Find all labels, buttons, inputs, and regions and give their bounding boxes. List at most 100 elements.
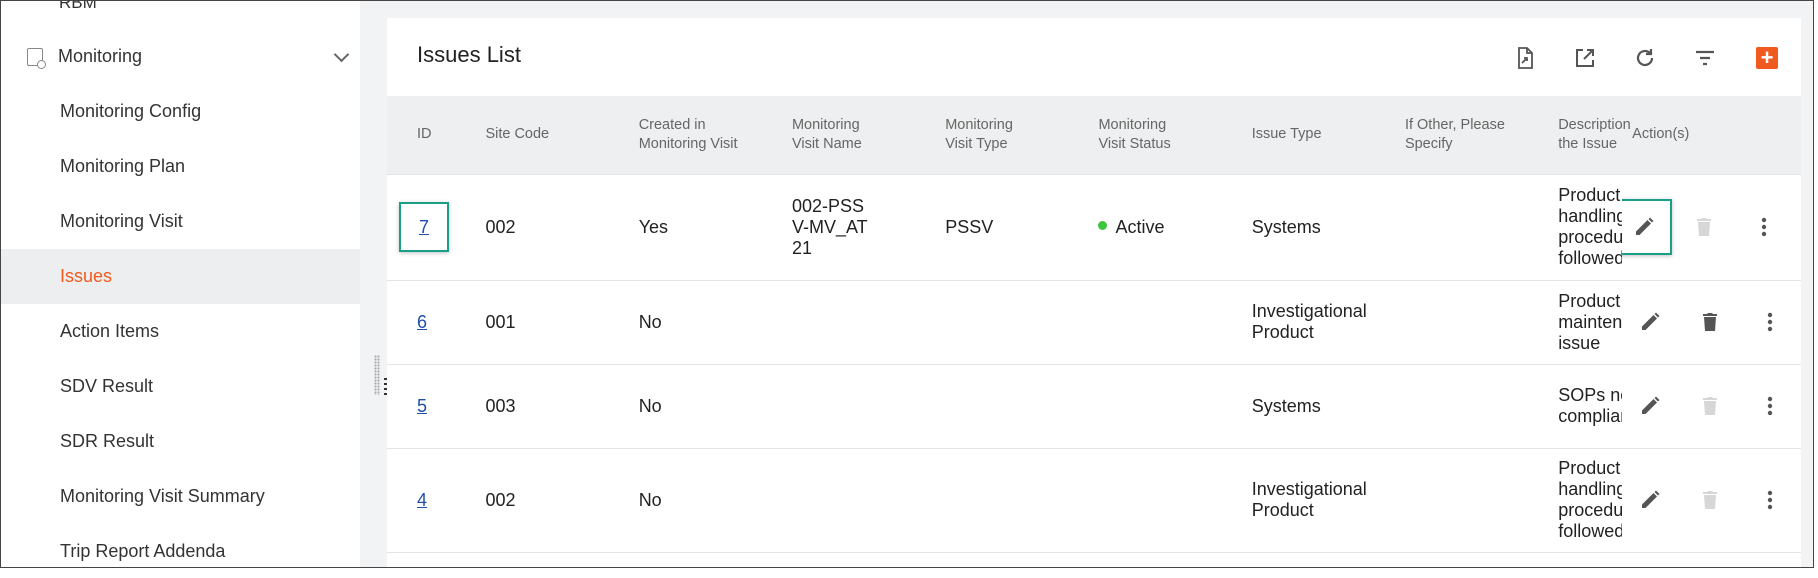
sidebar-item-monitoring-config[interactable]: Monitoring Config xyxy=(1,84,360,139)
sidebar-item-monitoring-visit-summary[interactable]: Monitoring Visit Summary xyxy=(1,469,360,524)
table-row: 6 001 No Investigational Product Product… xyxy=(387,280,1801,365)
issue-id-link[interactable]: 4 xyxy=(417,490,427,510)
sidebar-resize-handle[interactable] xyxy=(374,355,380,395)
visit-type-cell xyxy=(915,364,1069,449)
site-code-cell: 002 xyxy=(455,174,609,281)
more-options-icon[interactable] xyxy=(1742,381,1798,431)
add-icon[interactable]: + xyxy=(1756,47,1778,69)
chevron-down-icon[interactable] xyxy=(333,46,350,63)
status-text: Active xyxy=(1115,216,1165,237)
issue-type-text: Investigational Product xyxy=(1251,479,1367,520)
visit-name-cell xyxy=(761,448,916,553)
export-document-icon[interactable] xyxy=(1509,42,1541,74)
column-header-label: Monitoring Visit Status xyxy=(1098,116,1171,152)
sidebar-item-sdv-result[interactable]: SDV Result xyxy=(1,359,360,414)
issue-type-cell: Systems xyxy=(1221,174,1375,281)
sidebar-item-label: Monitoring Visit xyxy=(60,211,183,231)
edit-icon[interactable] xyxy=(1622,199,1673,255)
filter-icon[interactable] xyxy=(1689,42,1721,74)
column-header[interactable]: Monitoring Visit Type xyxy=(915,96,1069,175)
delete-icon xyxy=(1676,202,1732,252)
sidebar-group-label: Monitoring xyxy=(58,46,143,66)
app-frame: RBM Monitoring Monitoring Config Monitor… xyxy=(0,0,1814,568)
description-line: maintenar xyxy=(1558,311,1623,332)
sidebar-group-rbm[interactable]: RBM xyxy=(27,1,97,13)
sidebar-group-monitoring[interactable]: Monitoring xyxy=(1,29,360,84)
description-line: handling xyxy=(1558,206,1623,226)
visit-type-cell xyxy=(915,280,1069,365)
edit-icon[interactable] xyxy=(1622,381,1678,431)
sidebar-item-sdr-result[interactable]: SDR Result xyxy=(1,414,360,469)
visit-status-cell xyxy=(1068,364,1222,449)
issue-id-link[interactable]: 6 xyxy=(417,312,427,332)
table-row: 4 002 No Investigational Product Product… xyxy=(387,448,1801,553)
visit-status-cell: Active xyxy=(1068,174,1222,281)
column-header[interactable]: Issue Type xyxy=(1221,96,1375,175)
description-line: followed xyxy=(1558,248,1623,268)
sidebar: RBM Monitoring Monitoring Config Monitor… xyxy=(1,1,360,567)
open-external-icon[interactable] xyxy=(1569,42,1601,74)
delete-icon xyxy=(1682,475,1738,525)
visit-type-cell: PSSV xyxy=(915,174,1069,281)
more-options-icon[interactable] xyxy=(1742,475,1798,525)
sidebar-item-trip-report-addenda[interactable]: Trip Report Addenda xyxy=(1,524,360,567)
site-code-cell: 002 xyxy=(455,448,609,553)
more-options-icon[interactable] xyxy=(1736,202,1792,252)
visit-status-cell xyxy=(1068,280,1222,365)
description-line: handling xyxy=(1558,479,1623,499)
column-header[interactable]: Created in Monitoring Visit xyxy=(608,96,762,175)
column-header[interactable]: Monitoring Visit Status xyxy=(1068,96,1222,175)
refresh-icon[interactable] xyxy=(1629,42,1661,74)
created-in-visit-cell: No xyxy=(608,364,762,449)
column-header[interactable]: Monitoring Visit Name xyxy=(761,96,916,175)
site-code-cell: 003 xyxy=(455,364,609,449)
description-line: Product xyxy=(1558,185,1621,205)
table-row: 7 002 Yes 002-PSSV-MV_AT21 PSSV Active S… xyxy=(387,174,1801,281)
description-line: procedure xyxy=(1558,500,1622,520)
column-header[interactable]: ID xyxy=(387,96,456,175)
description-cell: SOPs not compliant xyxy=(1528,364,1623,449)
created-in-visit-cell: Yes xyxy=(608,174,762,281)
issue-id-link[interactable]: 7 xyxy=(419,217,429,238)
description-cell: Product maintenar issue xyxy=(1528,280,1623,365)
column-header[interactable]: Description the Issue xyxy=(1528,96,1631,175)
monitoring-icon xyxy=(27,47,46,69)
actions-cell xyxy=(1622,174,1801,281)
table-row: 5 003 No Systems SOPs not compliant xyxy=(387,364,1801,449)
column-header-label: Monitoring Visit Name xyxy=(791,116,862,152)
description-line: procedure xyxy=(1558,227,1622,247)
other-specify-cell xyxy=(1374,448,1529,553)
issue-type-cell: Investigational Product xyxy=(1221,448,1375,553)
description-line: Product xyxy=(1558,290,1621,311)
actions-cell xyxy=(1622,280,1801,365)
description-line: issue xyxy=(1558,332,1601,353)
column-header: Action(s) xyxy=(1622,96,1801,175)
issue-type-cell: Systems xyxy=(1221,364,1375,449)
issues-table: ID Site Code Created in Monitoring Visit… xyxy=(387,96,1801,553)
sidebar-item-action-items[interactable]: Action Items xyxy=(1,304,360,359)
sidebar-item-monitoring-plan[interactable]: Monitoring Plan xyxy=(1,139,360,194)
more-options-icon[interactable] xyxy=(1742,297,1798,347)
issue-id-link[interactable]: 5 xyxy=(417,396,427,416)
column-header[interactable]: If Other, Please Specify xyxy=(1374,96,1529,175)
column-header-label: If Other, Please Specify xyxy=(1404,116,1505,152)
toolbar: + xyxy=(387,42,1801,78)
created-in-visit-cell: No xyxy=(608,280,762,365)
edit-icon[interactable] xyxy=(1622,297,1678,347)
column-header-label: Monitoring Visit Type xyxy=(945,116,1013,152)
visit-name-cell: 002-PSSV-MV_AT21 xyxy=(761,174,916,281)
sidebar-item-monitoring-visit[interactable]: Monitoring Visit xyxy=(1,194,360,249)
edit-icon[interactable] xyxy=(1622,475,1678,525)
visit-status-cell xyxy=(1068,448,1222,553)
delete-icon[interactable] xyxy=(1682,297,1738,347)
column-header-label: Created in Monitoring Visit xyxy=(638,116,738,152)
sidebar-item-issues[interactable]: Issues xyxy=(1,249,360,304)
column-header[interactable]: Site Code xyxy=(455,96,609,175)
description-line: SOPs not xyxy=(1558,385,1622,405)
description-cell: Product handling procedure followed xyxy=(1528,448,1623,553)
created-in-visit-cell: No xyxy=(608,448,762,553)
visit-name-text: 002-PSSV-MV_AT21 xyxy=(791,195,868,258)
sidebar-item-label: Monitoring Plan xyxy=(60,156,186,176)
table-header-row: ID Site Code Created in Monitoring Visit… xyxy=(387,96,1801,175)
description-line: followed xyxy=(1558,521,1623,541)
